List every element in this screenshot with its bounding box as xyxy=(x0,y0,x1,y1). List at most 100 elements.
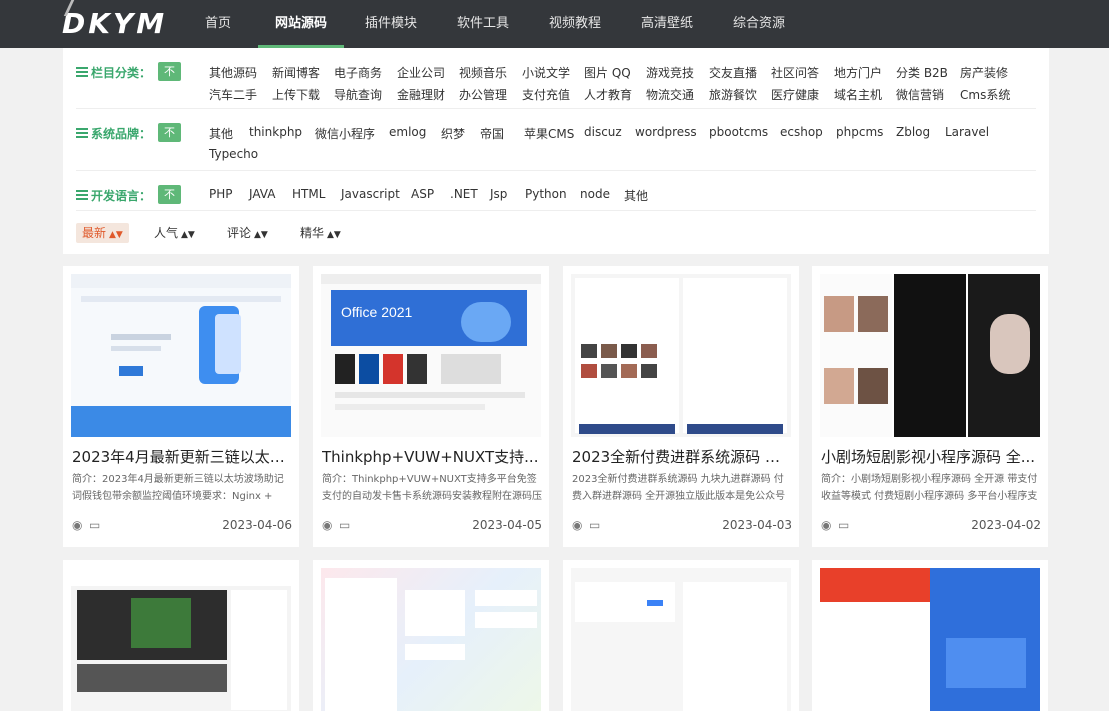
category-option[interactable]: 人才教育 xyxy=(584,86,632,103)
top-navbar: DKYM 首页 网站源码 插件模块 软件工具 视频教程 高清壁纸 综合资源 xyxy=(0,0,1109,48)
category-option[interactable]: 电子商务 xyxy=(334,64,382,81)
site-logo[interactable]: DKYM xyxy=(62,0,167,42)
brand-option[interactable]: Typecho xyxy=(209,147,258,161)
brand-option[interactable]: discuz xyxy=(584,125,622,139)
brand-option[interactable]: 其他 xyxy=(209,125,233,142)
category-option[interactable]: 交友直播 xyxy=(709,64,757,81)
category-option[interactable]: 图片 QQ xyxy=(584,64,631,81)
brand-option[interactable]: wordpress xyxy=(635,125,697,139)
card-thumbnail[interactable] xyxy=(571,568,791,711)
category-option[interactable]: 医疗健康 xyxy=(771,86,819,103)
category-option[interactable]: 汽车二手 xyxy=(209,86,257,103)
brand-option[interactable]: Laravel xyxy=(945,125,989,139)
sort-popularity[interactable]: 人气 ▲▼ xyxy=(148,223,201,243)
category-option[interactable]: 小说文学 xyxy=(522,64,570,81)
category-option[interactable]: 游戏竞技 xyxy=(646,64,694,81)
sort-caret-icon: ▲▼ xyxy=(181,230,195,240)
card-thumbnail[interactable] xyxy=(820,274,1040,437)
resource-card[interactable]: Office 2021 Thinkphp+VUW+NUXT支持... 简介：Th… xyxy=(313,266,549,547)
filter-label-brand: 系统品牌： xyxy=(76,125,151,142)
eye-icon: ◉ xyxy=(572,518,583,532)
card-thumbnail[interactable] xyxy=(820,568,1040,711)
category-option[interactable]: 微信营销 xyxy=(896,86,944,103)
category-option[interactable]: 办公管理 xyxy=(459,86,507,103)
comment-icon: ▭ xyxy=(589,518,601,532)
category-option[interactable]: 其他源码 xyxy=(209,64,257,81)
language-option[interactable]: Jsp xyxy=(490,187,507,201)
category-option[interactable]: 金融理财 xyxy=(397,86,445,103)
language-option[interactable]: node xyxy=(580,187,610,201)
brand-option[interactable]: ecshop xyxy=(780,125,823,139)
card-summary: 2023全新付费进群系统源码 九块九进群源码 付费入群进群源码 全开源独立版此版… xyxy=(572,474,786,502)
brand-option[interactable]: thinkphp xyxy=(249,125,302,139)
card-thumbnail[interactable] xyxy=(71,568,291,711)
card-title[interactable]: 2023年4月最新更新三链以太坊... xyxy=(72,446,294,467)
language-option[interactable]: Javascript xyxy=(341,187,400,201)
card-thumbnail[interactable] xyxy=(571,274,791,437)
brand-option[interactable]: 织梦 xyxy=(441,125,465,142)
nav-item-wallpapers[interactable]: 高清壁纸 xyxy=(636,0,698,48)
category-option[interactable]: 导航查询 xyxy=(334,86,382,103)
brand-option[interactable]: emlog xyxy=(389,125,426,139)
nav-item-resources[interactable]: 综合资源 xyxy=(728,0,790,48)
card-meta: ◉ ▭ 2023-04-03 xyxy=(572,518,792,534)
card-title[interactable]: Thinkphp+VUW+NUXT支持... xyxy=(322,446,544,467)
brand-option[interactable]: phpcms xyxy=(836,125,883,139)
card-thumbnail[interactable]: Office 2021 xyxy=(321,274,541,437)
category-option[interactable]: 旅游餐饮 xyxy=(709,86,757,103)
filter-unlimited-category[interactable]: 不限 xyxy=(158,62,181,97)
brand-option[interactable]: pbootcms xyxy=(709,125,768,139)
filter-unlimited-brand[interactable]: 不限 xyxy=(158,123,181,158)
brand-option[interactable]: 苹果CMS xyxy=(524,125,574,142)
resource-card[interactable]: 2023全新付费进群系统源码 九... 2023全新付费进群系统源码 九块九进群… xyxy=(563,266,799,547)
resource-card[interactable] xyxy=(812,560,1048,711)
resource-card[interactable] xyxy=(63,560,299,711)
category-option[interactable]: 上传下载 xyxy=(272,86,320,103)
sort-comments[interactable]: 评论 ▲▼ xyxy=(221,223,274,243)
category-option[interactable]: 企业公司 xyxy=(397,64,445,81)
language-option[interactable]: 其他 xyxy=(624,187,648,204)
category-option[interactable]: 社区问答 xyxy=(771,64,819,81)
category-option[interactable]: 物流交通 xyxy=(646,86,694,103)
card-thumbnail[interactable] xyxy=(71,274,291,437)
category-option[interactable]: 房产装修 xyxy=(960,64,1008,81)
card-thumbnail[interactable] xyxy=(321,568,541,711)
brand-option[interactable]: 帝国 xyxy=(480,125,504,142)
language-option[interactable]: Python xyxy=(525,187,567,201)
language-option[interactable]: PHP xyxy=(209,187,233,201)
card-date: 2023-04-06 xyxy=(222,518,292,532)
sort-caret-icon: ▲▼ xyxy=(254,230,268,240)
language-option[interactable]: .NET xyxy=(450,187,478,201)
nav-item-plugins[interactable]: 插件模块 xyxy=(360,0,422,48)
resource-card[interactable] xyxy=(313,560,549,711)
card-title[interactable]: 2023全新付费进群系统源码 九... xyxy=(572,446,794,467)
language-option[interactable]: JAVA xyxy=(249,187,275,201)
filter-unlimited-language[interactable]: 不限 xyxy=(158,185,181,220)
category-option[interactable]: 域名主机 xyxy=(834,86,882,103)
nav-item-home[interactable]: 首页 xyxy=(198,0,238,48)
divider xyxy=(76,210,1036,211)
category-option[interactable]: 地方门户 xyxy=(834,64,882,81)
sort-featured[interactable]: 精华 ▲▼ xyxy=(294,223,347,243)
category-option[interactable]: 支付充值 xyxy=(522,86,570,103)
brand-option[interactable]: 微信小程序 xyxy=(315,125,375,142)
divider xyxy=(76,108,1036,109)
category-option[interactable]: Cms系统 xyxy=(960,86,1010,103)
category-option[interactable]: 视频音乐 xyxy=(459,64,507,81)
language-option[interactable]: ASP xyxy=(411,187,434,201)
nav-item-website-source[interactable]: 网站源码 xyxy=(258,0,344,48)
resource-card[interactable]: 2023年4月最新更新三链以太坊... 简介：2023年4月最新更新三链以太坊波… xyxy=(63,266,299,547)
resource-card[interactable] xyxy=(563,560,799,711)
nav-item-video-tutorials[interactable]: 视频教程 xyxy=(544,0,606,48)
category-option[interactable]: 分类 B2B xyxy=(896,64,948,81)
brand-option[interactable]: Zblog xyxy=(896,125,930,139)
nav-item-software[interactable]: 软件工具 xyxy=(452,0,514,48)
divider xyxy=(76,170,1036,171)
card-date: 2023-04-03 xyxy=(722,518,792,532)
resource-card[interactable]: 小剧场短剧影视小程序源码 全... 简介：小剧场短剧影视小程序源码 全开源 带支… xyxy=(812,266,1048,547)
card-title[interactable]: 小剧场短剧影视小程序源码 全... xyxy=(821,446,1043,467)
eye-icon: ◉ xyxy=(72,518,83,532)
sort-newest[interactable]: 最新 ▲▼ xyxy=(76,223,129,243)
category-option[interactable]: 新闻博客 xyxy=(272,64,320,81)
language-option[interactable]: HTML xyxy=(292,187,325,201)
